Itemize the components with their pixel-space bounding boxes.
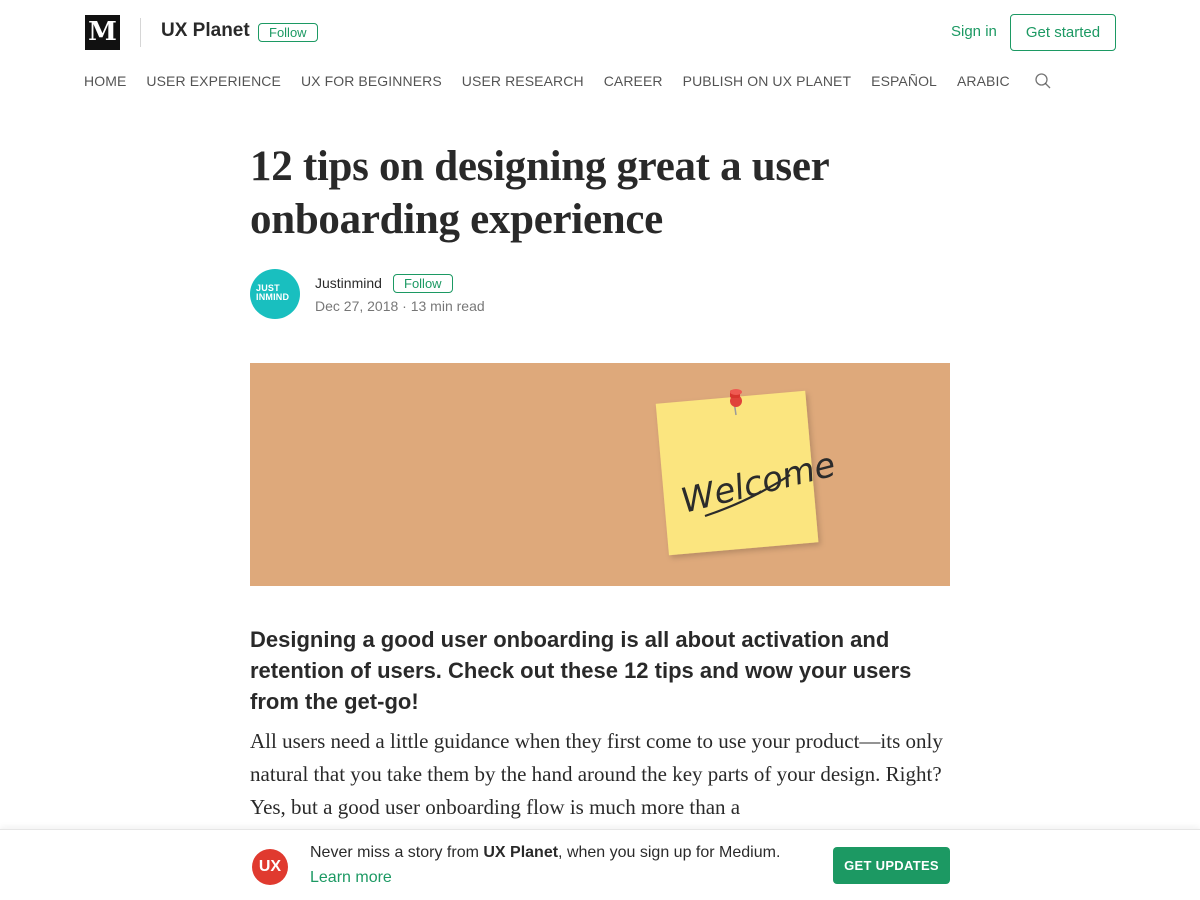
nav-item-ux-for-beginners[interactable]: UX FOR BEGINNERS xyxy=(301,73,442,89)
sticky-note-illustration: Welcome xyxy=(655,389,840,556)
nav-item-user-experience[interactable]: USER EXPERIENCE xyxy=(146,73,281,89)
article: 12 tips on designing great a user onboar… xyxy=(250,140,950,819)
site-header: M UX Planet Follow Sign in Get started H… xyxy=(0,0,1200,110)
learn-more-link[interactable]: Learn more xyxy=(310,869,392,887)
follow-author-button[interactable]: Follow xyxy=(393,274,453,293)
nav-item-arabic[interactable]: ARABIC xyxy=(957,73,1010,89)
hero-image: Welcome xyxy=(250,363,950,586)
article-body: All users need a little guidance when th… xyxy=(250,729,943,819)
article-title: 12 tips on designing great a user onboar… xyxy=(250,143,829,243)
avatar-logo-text: JUST INMIND xyxy=(256,283,290,302)
nav-item-career[interactable]: CAREER xyxy=(604,73,663,89)
nav-item-home[interactable]: HOME xyxy=(84,73,126,89)
avatar[interactable]: JUST INMIND xyxy=(250,269,300,319)
follow-publication-button[interactable]: Follow xyxy=(258,23,318,42)
author-name[interactable]: Justinmind xyxy=(315,275,382,291)
get-started-button[interactable]: Get started xyxy=(1010,14,1116,51)
sign-in-link[interactable]: Sign in xyxy=(951,23,997,40)
nav-item-espanol[interactable]: ESPAÑOL xyxy=(871,73,937,89)
search-icon[interactable] xyxy=(1034,72,1052,90)
article-meta: Dec 27, 2018 · 13 min read xyxy=(315,298,485,314)
author-row: JUST INMIND Justinmind Follow Dec 27, 20… xyxy=(250,269,950,321)
nav-item-publish[interactable]: PUBLISH ON UX PLANET xyxy=(683,73,852,89)
publication-name[interactable]: UX Planet xyxy=(161,20,250,42)
article-subtitle: Designing a good user onboarding is all … xyxy=(250,627,912,714)
signup-banner: UX Never miss a story from UX Planet, wh… xyxy=(0,829,1200,900)
banner-message: Never miss a story from UX Planet, when … xyxy=(310,844,781,861)
get-updates-button[interactable]: GET UPDATES xyxy=(833,847,950,884)
medium-logo[interactable]: M xyxy=(85,15,120,50)
ux-planet-logo[interactable]: UX xyxy=(252,849,288,885)
publication-nav: HOME USER EXPERIENCE UX FOR BEGINNERS US… xyxy=(84,71,1052,91)
logo-divider xyxy=(140,18,141,47)
nav-item-user-research[interactable]: USER RESEARCH xyxy=(462,73,584,89)
